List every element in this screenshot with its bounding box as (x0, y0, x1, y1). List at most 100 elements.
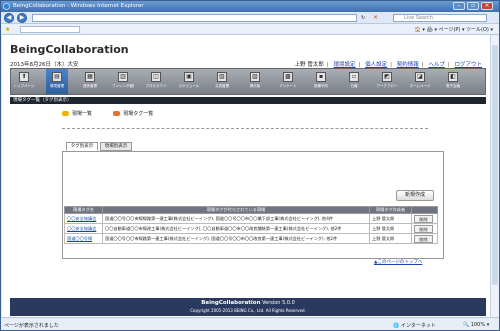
toolbar-icon: ◪ (415, 72, 425, 82)
tag-cell: 国道〇〇号線 (64, 233, 103, 244)
link-site-list[interactable]: 現場一覧 (72, 110, 92, 117)
toolbar-button[interactable]: ◫ プロセスワリ (145, 69, 167, 94)
tag-link[interactable]: 国道〇〇号線 (67, 236, 92, 241)
toolbar-label: 進捗管理 (83, 84, 97, 88)
col-sites: 現場タグが付与されている現場 (102, 206, 370, 214)
col-actions (411, 206, 438, 214)
browser-window: BeingCollaboration - Windows Internet Ex… (0, 0, 500, 331)
action-cell: 削除 (411, 233, 438, 244)
zoom-control[interactable]: 🔍 100% ▾ (463, 322, 489, 328)
scrollbar-thumb[interactable] (492, 45, 498, 285)
author-cell: 上野 管太郎 (369, 213, 412, 224)
toolbar-label: 電子会議 (446, 84, 460, 88)
favorites-bar: ★ 🏠 ▾ 🖨 ▾ ページ(P) ▾ ツール(O) ▾ (1, 24, 499, 35)
toolbar-label: トップページ (13, 84, 35, 88)
tag-links: 現場一覧 現場タグ一覧 (62, 110, 153, 117)
maximize-button[interactable]: ▫ (467, 2, 479, 10)
toolbar-icon: ▤ (52, 72, 62, 82)
delete-button[interactable]: 削除 (414, 234, 433, 243)
toolbar-icon: ▨ (250, 72, 260, 82)
toolbar-label: 環境管理 (50, 84, 64, 88)
toolbar-button[interactable]: ▤ 環境管理 (46, 69, 68, 94)
title-bar: BeingCollaboration - Windows Internet Ex… (1, 1, 499, 12)
toolbar-button[interactable]: ▥ ワンレンダ管理 (112, 69, 134, 94)
stop-icon[interactable]: × (373, 14, 378, 21)
toolbar-button[interactable]: ◪ ホームページ (409, 69, 431, 94)
tag-link[interactable]: 〇〇安全協議会 (67, 216, 96, 221)
toolbar-button[interactable]: ◩ ワークフロー (376, 69, 398, 94)
col-tag-name: 現場タグ名 (64, 206, 103, 214)
tag-link[interactable]: 〇〇安全協議会 (67, 226, 96, 231)
table-header-row: 現場タグ名 現場タグが付与されている現場 現場タグ作成者 (64, 206, 438, 214)
sites-cell: 国道〇〇号〇〇市線路第一連工事(株式会社ビーイング), 国道〇〇号〇〇市〇〇改良… (102, 233, 370, 244)
footer-version: Version 5.0.0 (262, 300, 295, 306)
toolbar-label: スケジュール (178, 84, 200, 88)
new-button[interactable]: 新規作成 (396, 190, 434, 201)
toolbar-icon: ▫ (349, 72, 359, 82)
toolbar-icon: ▩ (283, 72, 293, 82)
tag-cell: 〇〇安全協議会 (64, 213, 103, 224)
status-text: ページが表示されました (4, 323, 59, 329)
ie-logo-icon (3, 3, 10, 10)
tag-yellow-icon (62, 111, 69, 116)
table-row: 〇〇安全協議会 国道〇〇号〇〇市線線路第一連工事(株式会社ビーイング), 国道〇… (64, 213, 438, 224)
toolbar-label: 文書管理 (215, 84, 229, 88)
toolbar-icon: ◧ (448, 72, 458, 82)
toolbar-label: ホームページ (409, 84, 431, 88)
search-input[interactable]: Live Search (393, 14, 487, 22)
link-tag-list[interactable]: 現場タグ一覧 (123, 110, 153, 117)
toolbar-label: 日報 (350, 84, 358, 88)
minimize-button[interactable]: – (453, 2, 465, 10)
tag-cell: 〇〇安全協議会 (64, 223, 103, 234)
delete-button[interactable]: 削除 (414, 224, 433, 233)
toolbar-icon: ▦ (85, 72, 95, 82)
refresh-icon[interactable]: ↻ (361, 15, 365, 21)
tab-by-tag[interactable]: タグ別表示 (66, 142, 98, 151)
close-button[interactable]: × (481, 2, 493, 10)
toolbar-button[interactable]: ▦ 進捗管理 (79, 69, 101, 94)
footer: BeingCollaboration Version 5.0.0 Copyrig… (10, 298, 486, 316)
breadcrumb: 現場タグ一覧（タグ別表示） (10, 97, 486, 104)
tag-table: 現場タグ名 現場タグが付与されている現場 現場タグ作成者 〇〇安全協議会 国道〇… (64, 206, 438, 244)
window-title: BeingCollaboration - Windows Internet Ex… (13, 3, 144, 9)
toolbar-icon: ▣ (184, 72, 194, 82)
toolbar-button[interactable]: ▧ 文書管理 (211, 69, 233, 94)
back-button[interactable]: ◀ (4, 13, 14, 23)
page-top-link[interactable]: ▲このページのトップへ (374, 259, 422, 265)
forward-button[interactable]: ▶ (17, 13, 27, 23)
tab-by-site[interactable]: 現場別表示 (100, 142, 132, 151)
sites-cell: 国道〇〇号〇〇市線線路第一連工事(株式会社ビーイング), 国道〇〇号〇〇市〇〇橋… (102, 213, 370, 224)
toolbar-label: ワークフロー (376, 84, 398, 88)
table-row: 〇〇安全協議会 〇〇自動車道〇〇市線改工事(株式会社ビーイング), 〇〇自動車道… (64, 223, 438, 234)
date-label: 2013年8月26日（木）大安 (10, 62, 79, 68)
page-content: BeingCollaboration 2013年8月26日（木）大安 上野 管太… (2, 35, 490, 317)
author-cell: 上野 管太郎 (369, 223, 412, 234)
delete-button[interactable]: 削除 (414, 214, 433, 223)
action-cell: 削除 (411, 223, 438, 234)
toolbar-button[interactable]: ▣ スケジュール (178, 69, 200, 94)
col-author: 現場タグ作成者 (369, 206, 412, 214)
toolbar-button[interactable]: ▨ 掲示板 (244, 69, 266, 94)
toolbar-button[interactable]: ▩ アンケート (277, 69, 299, 94)
toolbar-icon: ⬆ (19, 72, 29, 82)
url-input[interactable] (32, 14, 357, 22)
scrollbar[interactable] (490, 35, 499, 317)
page-tab[interactable] (20, 26, 80, 33)
sites-cell: 〇〇自動車道〇〇市線改工事(株式会社ビーイング), 〇〇自動車道〇〇市〇〇改良舗… (102, 223, 370, 234)
command-bar[interactable]: 🏠 ▾ 🖨 ▾ ページ(P) ▾ ツール(O) ▾ (415, 26, 493, 33)
toolbar-icon: ▧ (217, 72, 227, 82)
toolbar-button[interactable]: ◧ 電子会議 (442, 69, 464, 94)
status-bar: ページが表示されました 🌐 インターネット 🔍 100% ▾ (1, 317, 499, 330)
toolbar-icon: ◫ (151, 72, 161, 82)
toolbar-label: ワンレンダ管理 (112, 84, 134, 88)
toolbar-button[interactable]: ⬆ トップページ (13, 69, 35, 94)
divider (62, 128, 428, 129)
toolbar-label: アンケート (279, 84, 297, 88)
favorites-star-icon[interactable]: ★ (5, 26, 10, 33)
toolbar-icon: ▪ (316, 72, 326, 82)
toolbar-button[interactable]: ▪ 設備予約 (310, 69, 332, 94)
security-zone: 🌐 インターネット (393, 323, 436, 329)
tag-orange-icon (113, 111, 121, 116)
toolbar-button[interactable]: ▫ 日報 (343, 69, 365, 94)
toolbar-label: 設備予約 (314, 84, 328, 88)
